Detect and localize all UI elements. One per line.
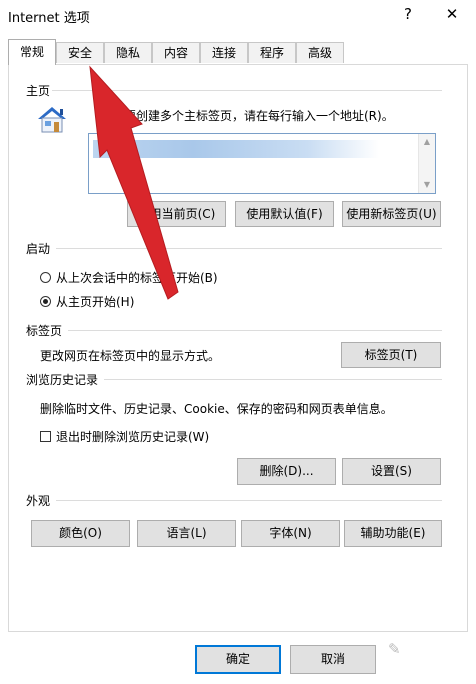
home-textbox-scrollbar[interactable]: ▲ ▼ bbox=[418, 134, 435, 193]
home-url bbox=[93, 140, 379, 158]
use-new-tab-button[interactable]: 使用新标签页(U) bbox=[342, 201, 441, 227]
fonts-button[interactable]: 字体(N) bbox=[241, 520, 340, 547]
watermark-signature: ✎ bbox=[388, 640, 401, 658]
tab-programs[interactable]: 程序 bbox=[248, 42, 296, 63]
delete-on-exit-checkbox[interactable] bbox=[40, 431, 51, 442]
tabs-description: 更改网页在标签页中的显示方式。 bbox=[40, 349, 221, 363]
startup-last-session-label[interactable]: 从上次会话中的标签页开始(B) bbox=[56, 269, 218, 286]
appearance-group-divider bbox=[56, 500, 442, 501]
accessibility-button[interactable]: 辅助功能(E) bbox=[344, 520, 442, 547]
scroll-down-icon[interactable]: ▼ bbox=[419, 177, 435, 193]
home-page-textbox[interactable]: ▲ ▼ bbox=[88, 133, 436, 194]
tab-security[interactable]: 安全 bbox=[56, 42, 104, 63]
internet-options-dialog: Internet 选项 ? ✕ 常规 安全 隐私 内容 连接 程序 高级 主页 … bbox=[0, 0, 476, 684]
tab-privacy[interactable]: 隐私 bbox=[104, 42, 152, 63]
delete-history-button[interactable]: 删除(D)... bbox=[237, 458, 336, 485]
house-icon bbox=[38, 107, 66, 133]
tab-general[interactable]: 常规 bbox=[8, 39, 56, 65]
colors-button[interactable]: 颜色(O) bbox=[31, 520, 130, 547]
history-settings-button[interactable]: 设置(S) bbox=[342, 458, 441, 485]
tab-strip: 常规 安全 隐私 内容 连接 程序 高级 bbox=[8, 39, 468, 65]
tabs-settings-button[interactable]: 标签页(T) bbox=[341, 342, 441, 368]
home-group-label: 主页 bbox=[26, 84, 51, 98]
startup-home-label[interactable]: 从主页开始(H) bbox=[56, 293, 134, 310]
home-group-divider bbox=[52, 90, 442, 91]
languages-button[interactable]: 语言(L) bbox=[137, 520, 236, 547]
delete-on-exit-label[interactable]: 退出时删除浏览历史记录(W) bbox=[56, 428, 209, 445]
appearance-group-label: 外观 bbox=[26, 494, 51, 508]
ok-button[interactable]: 确定 bbox=[195, 645, 281, 674]
history-group-divider bbox=[104, 379, 442, 380]
cancel-button[interactable]: 取消 bbox=[290, 645, 376, 674]
tabs-group-label: 标签页 bbox=[26, 324, 63, 338]
startup-last-session-radio[interactable] bbox=[40, 272, 51, 283]
home-description: 若要创建多个主标签页，请在每行输入一个地址(R)。 bbox=[112, 109, 394, 123]
history-group-label: 浏览历史记录 bbox=[26, 373, 99, 387]
startup-home-radio[interactable] bbox=[40, 296, 51, 307]
help-button[interactable]: ? bbox=[397, 3, 419, 25]
close-button[interactable]: ✕ bbox=[441, 3, 463, 25]
history-description: 删除临时文件、历史记录、Cookie、保存的密码和网页表单信息。 bbox=[40, 402, 393, 416]
scroll-up-icon[interactable]: ▲ bbox=[419, 134, 435, 150]
tabs-group-divider bbox=[68, 330, 442, 331]
use-default-button[interactable]: 使用默认值(F) bbox=[235, 201, 334, 227]
startup-group-label: 启动 bbox=[26, 242, 51, 256]
startup-group-divider bbox=[56, 248, 442, 249]
tab-advanced[interactable]: 高级 bbox=[296, 42, 344, 63]
tab-content[interactable]: 内容 bbox=[152, 42, 200, 63]
use-current-button[interactable]: 使用当前页(C) bbox=[127, 201, 226, 227]
tab-connections[interactable]: 连接 bbox=[200, 42, 248, 63]
close-icon: ✕ bbox=[445, 5, 459, 23]
window-title: Internet 选项 bbox=[8, 11, 90, 26]
